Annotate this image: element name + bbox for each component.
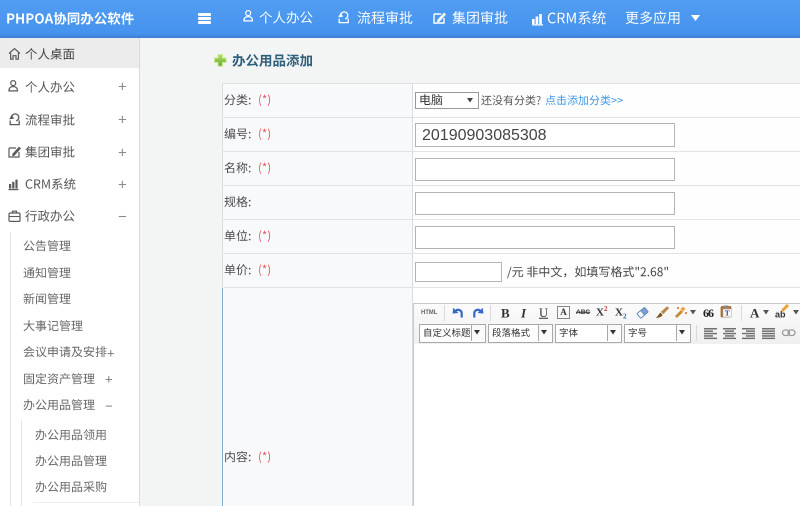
svg-text:T: T [725, 310, 730, 318]
